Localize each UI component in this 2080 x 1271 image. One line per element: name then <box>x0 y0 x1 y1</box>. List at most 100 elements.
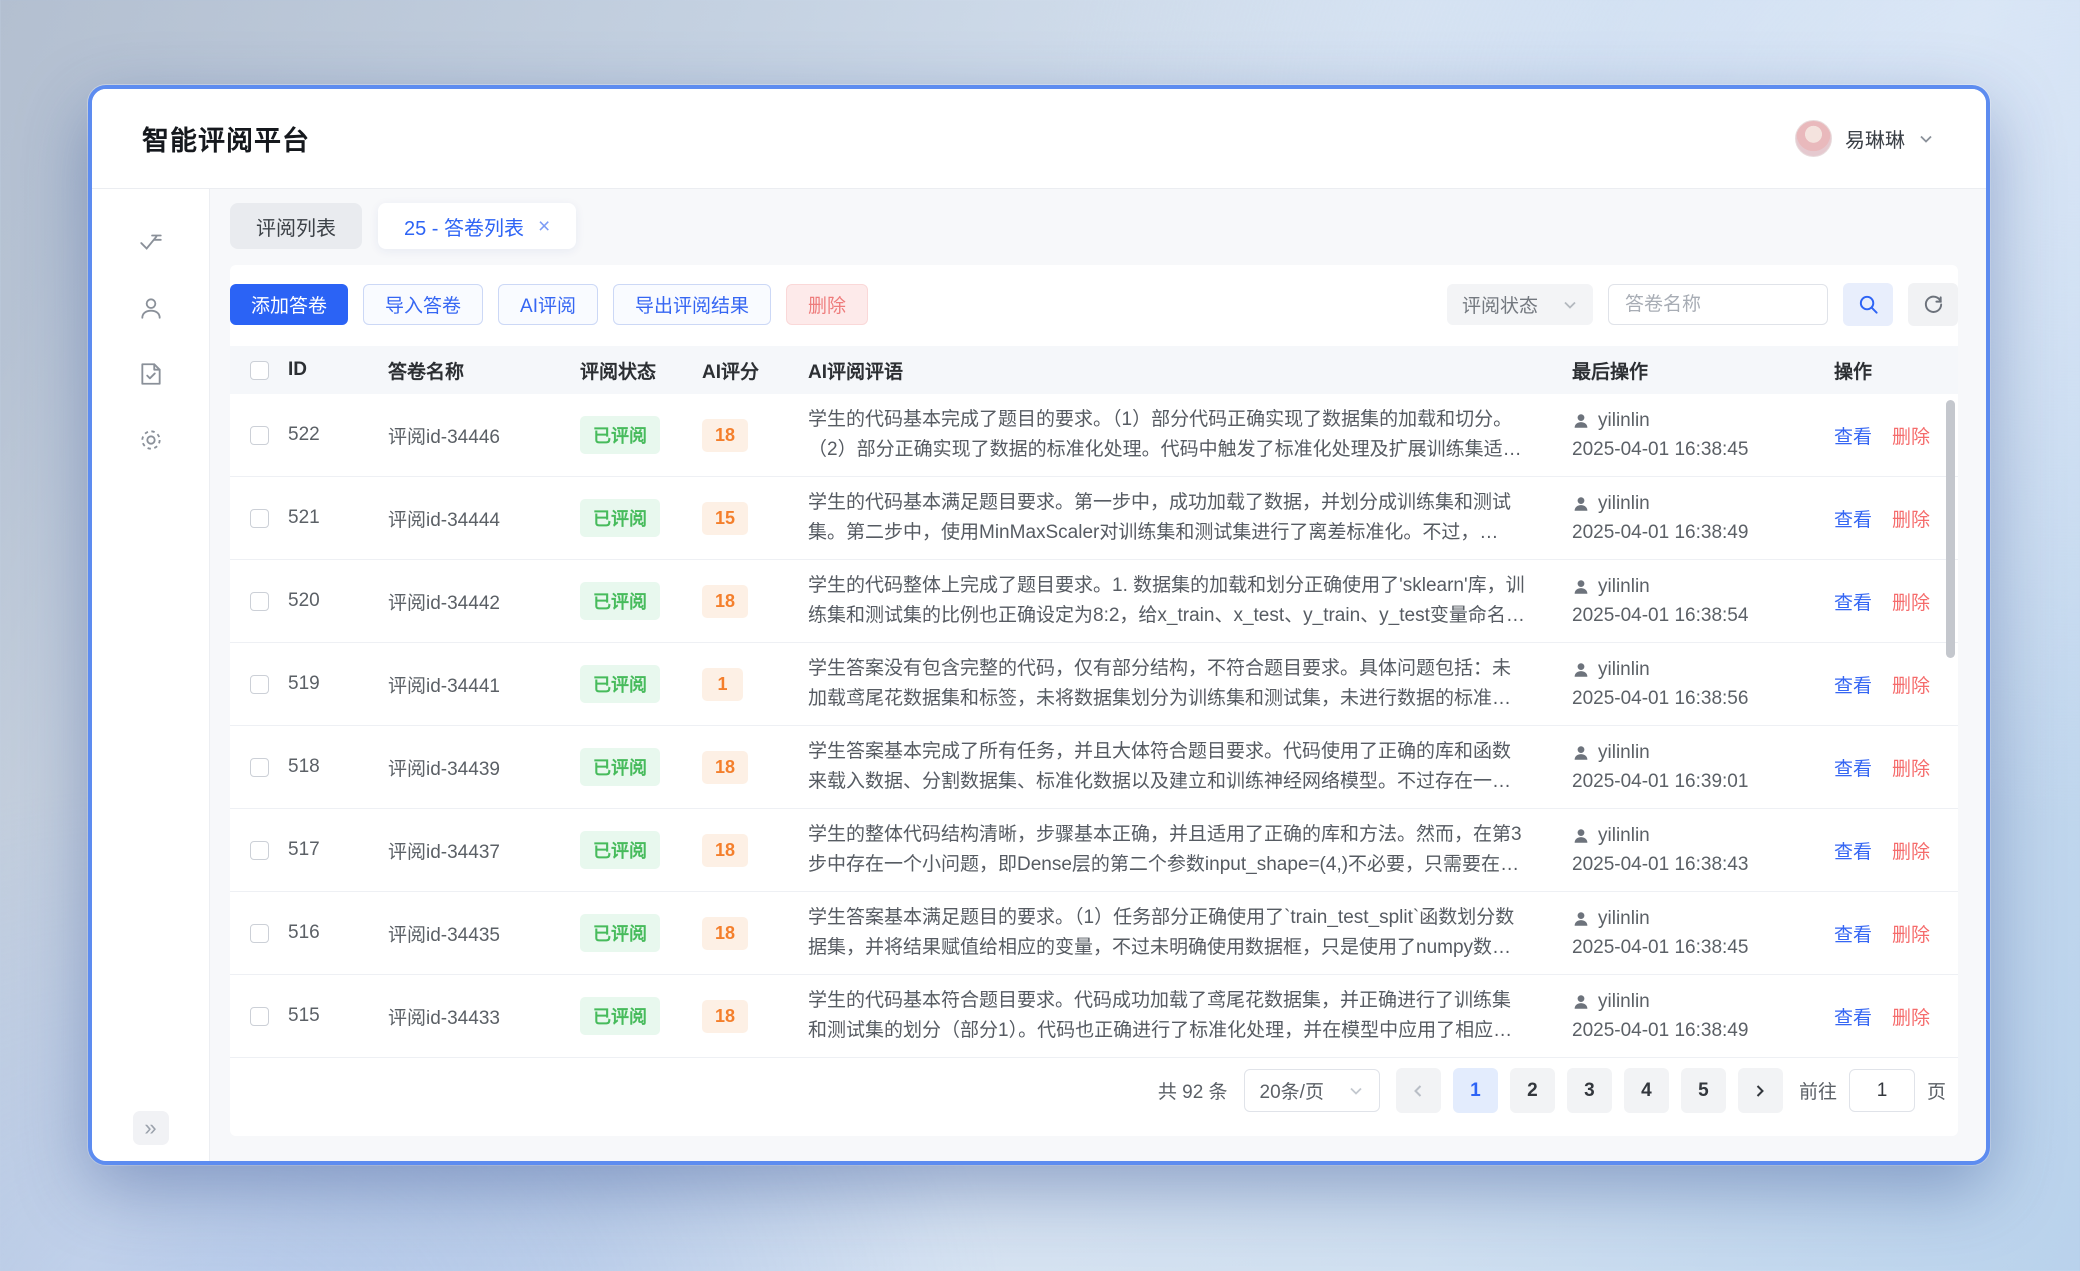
view-link[interactable]: 查看 <box>1834 754 1872 781</box>
sidebar-item-settings-icon[interactable] <box>138 427 164 453</box>
avatar[interactable] <box>1795 120 1832 157</box>
sidebar-expand-button[interactable]: » <box>133 1111 169 1145</box>
delete-link[interactable]: 删除 <box>1892 588 1930 615</box>
view-link[interactable]: 查看 <box>1834 671 1872 698</box>
delete-link[interactable]: 删除 <box>1892 505 1930 532</box>
table-row: 519 评阅id-34441 已评阅 1 学生答案没有包含完整的代码，仅有部分结… <box>230 643 1958 726</box>
sidebar-item-document-check-icon[interactable] <box>138 361 164 387</box>
operator-name: yilinlin <box>1598 825 1650 847</box>
person-icon <box>1572 827 1590 845</box>
chevron-down-icon <box>1918 131 1934 147</box>
person-icon <box>1572 412 1590 430</box>
score-badge: 18 <box>702 834 748 867</box>
search-button[interactable] <box>1843 283 1893 326</box>
prev-page-button[interactable] <box>1396 1068 1441 1113</box>
row-checkbox[interactable] <box>250 509 269 528</box>
sidebar-item-user-icon[interactable] <box>138 295 164 321</box>
goto-page-input[interactable] <box>1849 1069 1915 1112</box>
main-area: 评阅列表 25 - 答卷列表 × 添加答卷 导入答卷 AI评阅 导出评阅结果 删… <box>210 189 1986 1161</box>
vertical-scrollbar[interactable] <box>1946 400 1955 658</box>
user-menu[interactable]: 易琳琳 <box>1795 120 1934 157</box>
export-results-button[interactable]: 导出评阅结果 <box>613 284 771 325</box>
delete-link[interactable]: 删除 <box>1892 1003 1930 1030</box>
column-header-lastop: 最后操作 <box>1572 357 1834 384</box>
row-checkbox[interactable] <box>250 426 269 445</box>
tab-answer-sheet-list[interactable]: 25 - 答卷列表 × <box>378 203 576 249</box>
status-badge: 已评阅 <box>580 665 660 703</box>
refresh-button[interactable] <box>1908 283 1958 326</box>
tab-bar: 评阅列表 25 - 答卷列表 × <box>230 203 1958 249</box>
delete-button[interactable]: 删除 <box>786 284 868 325</box>
row-checkbox[interactable] <box>250 924 269 943</box>
close-icon[interactable]: × <box>538 216 550 237</box>
user-name: 易琳琳 <box>1845 124 1905 153</box>
next-page-button[interactable] <box>1738 1068 1783 1113</box>
view-link[interactable]: 查看 <box>1834 505 1872 532</box>
view-link[interactable]: 查看 <box>1834 837 1872 864</box>
select-placeholder: 评阅状态 <box>1462 291 1538 318</box>
row-comment: 学生答案基本满足题目的要求。（1）任务部分正确使用了`train_test_sp… <box>808 903 1572 964</box>
sidebar-item-review-checklist-icon[interactable] <box>138 229 164 255</box>
column-header-comment: AI评阅评语 <box>808 357 1572 384</box>
tab-review-list[interactable]: 评阅列表 <box>230 203 362 249</box>
row-id: 516 <box>288 922 388 944</box>
row-name: 评阅id-34441 <box>388 671 580 698</box>
row-checkbox[interactable] <box>250 675 269 694</box>
delete-link[interactable]: 删除 <box>1892 837 1930 864</box>
operation-time: 2025-04-01 16:38:45 <box>1572 439 1834 461</box>
row-id: 515 <box>288 1005 388 1027</box>
delete-link[interactable]: 删除 <box>1892 671 1930 698</box>
status-badge: 已评阅 <box>580 831 660 869</box>
delete-link[interactable]: 删除 <box>1892 920 1930 947</box>
page-button-1[interactable]: 1 <box>1453 1068 1498 1113</box>
ai-review-button[interactable]: AI评阅 <box>498 284 598 325</box>
row-checkbox[interactable] <box>250 592 269 611</box>
row-checkbox[interactable] <box>250 1007 269 1026</box>
person-icon <box>1572 661 1590 679</box>
table-row: 521 评阅id-34444 已评阅 15 学生的代码基本满足题目要求。第一步中… <box>230 477 1958 560</box>
row-name: 评阅id-34439 <box>388 754 580 781</box>
delete-link[interactable]: 删除 <box>1892 422 1930 449</box>
row-checkbox[interactable] <box>250 841 269 860</box>
operation-time: 2025-04-01 16:38:45 <box>1572 937 1834 959</box>
view-link[interactable]: 查看 <box>1834 920 1872 947</box>
page-size-select[interactable]: 20条/页 <box>1244 1069 1380 1112</box>
import-answer-button[interactable]: 导入答卷 <box>363 284 483 325</box>
search-input[interactable] <box>1608 284 1828 325</box>
operator-name: yilinlin <box>1598 908 1650 930</box>
page-button-5[interactable]: 5 <box>1681 1068 1726 1113</box>
delete-link[interactable]: 删除 <box>1892 754 1930 781</box>
row-checkbox[interactable] <box>250 758 269 777</box>
row-id: 521 <box>288 507 388 529</box>
double-chevron-right-icon: » <box>144 1115 156 1141</box>
page-button-3[interactable]: 3 <box>1567 1068 1612 1113</box>
search-icon <box>1857 293 1880 316</box>
chevron-down-icon <box>1562 297 1578 313</box>
row-comment: 学生的代码基本满足题目要求。第一步中，成功加载了数据，并划分成训练集和测试集。第… <box>808 488 1572 549</box>
status-badge: 已评阅 <box>580 748 660 786</box>
row-comment: 学生的整体代码结构清晰，步骤基本正确，并且适用了正确的库和方法。然而，在第3步中… <box>808 820 1572 881</box>
view-link[interactable]: 查看 <box>1834 1003 1872 1030</box>
pagination: 共 92 条 20条/页 1 2 3 4 5 <box>230 1049 1958 1136</box>
row-name: 评阅id-34437 <box>388 837 580 864</box>
select-all-checkbox[interactable] <box>250 361 269 380</box>
row-comment: 学生的代码基本完成了题目的要求。（1）部分代码正确实现了数据集的加载和切分。（2… <box>808 405 1572 466</box>
review-status-select[interactable]: 评阅状态 <box>1447 284 1593 325</box>
page-button-2[interactable]: 2 <box>1510 1068 1555 1113</box>
page-button-4[interactable]: 4 <box>1624 1068 1669 1113</box>
column-header-score: AI评分 <box>702 357 808 384</box>
add-answer-button[interactable]: 添加答卷 <box>230 284 348 325</box>
score-badge: 18 <box>702 917 748 950</box>
row-comment: 学生的代码整体上完成了题目要求。1. 数据集的加载和划分正确使用了'sklear… <box>808 571 1572 632</box>
row-id: 517 <box>288 839 388 861</box>
row-id: 520 <box>288 590 388 612</box>
person-icon <box>1572 578 1590 596</box>
goto-suffix: 页 <box>1927 1077 1946 1104</box>
person-icon <box>1572 910 1590 928</box>
row-comment: 学生答案基本完成了所有任务，并且大体符合题目要求。代码使用了正确的库和函数来载入… <box>808 737 1572 798</box>
view-link[interactable]: 查看 <box>1834 588 1872 615</box>
operation-time: 2025-04-01 16:38:56 <box>1572 688 1834 710</box>
status-badge: 已评阅 <box>580 914 660 952</box>
app-window: 智能评阅平台 易琳琳 » 评阅列表 25 - 答卷列表 × <box>88 85 1990 1165</box>
view-link[interactable]: 查看 <box>1834 422 1872 449</box>
